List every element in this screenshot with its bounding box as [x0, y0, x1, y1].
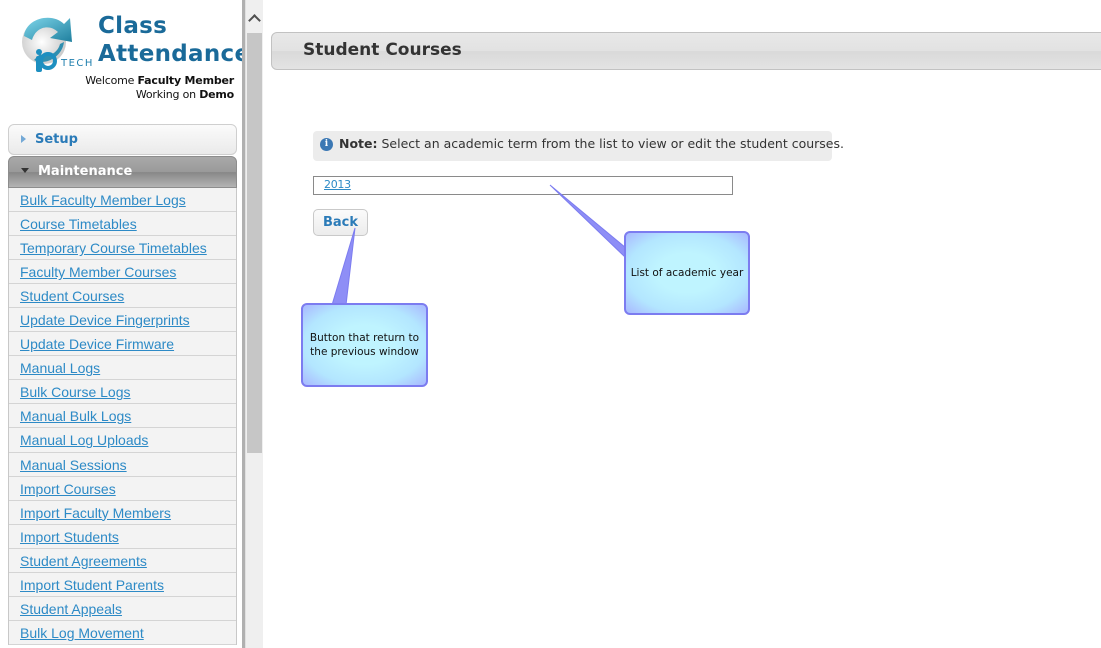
note-box: i Note: Select an academic term from the…: [313, 131, 844, 161]
sidebar-link[interactable]: Course Timetables: [20, 216, 137, 232]
accordion-setup-label: Setup: [35, 132, 78, 147]
sidebar-item-student-appeals: Student Appeals: [9, 597, 236, 621]
sidebar-item-bulk-course-logs: Bulk Course Logs: [9, 380, 236, 405]
sidebar-item-bulk-log-movement: Bulk Log Movement: [9, 621, 236, 645]
sidebar-link[interactable]: Faculty Member Courses: [20, 264, 176, 280]
sidebar-item-manual-bulk-logs: Manual Bulk Logs: [9, 404, 236, 429]
sidebar-link[interactable]: Student Agreements: [20, 553, 147, 569]
page-header: Student Courses: [271, 32, 1101, 70]
academic-term-item[interactable]: 2013: [324, 178, 351, 191]
sidebar-item-student-agreements: Student Agreements: [9, 549, 236, 573]
sidebar-item-manual-log-uploads: Manual Log Uploads: [9, 428, 236, 453]
iptech-logo-icon: TECH: [22, 17, 94, 72]
callout-back-button: Button that return to the previous windo…: [301, 303, 428, 387]
sidebar-item-update-device-firmware: Update Device Firmware: [9, 332, 236, 357]
svg-text:TECH: TECH: [60, 58, 94, 69]
sidebar-link[interactable]: Bulk Log Movement: [20, 625, 144, 641]
sidebar-link[interactable]: Manual Sessions: [20, 457, 127, 473]
accordion-setup[interactable]: Setup: [8, 124, 237, 155]
user-name: Faculty Member: [137, 74, 234, 87]
sidebar-link[interactable]: Temporary Course Timetables: [20, 240, 207, 256]
page-title: Student Courses: [303, 40, 462, 60]
info-icon: i: [320, 138, 333, 151]
maintenance-menu: Bulk Faculty Member Logs Course Timetabl…: [8, 188, 237, 645]
academic-term-list: 2013: [313, 176, 733, 195]
note-text: Select an academic term from the list to…: [381, 136, 844, 151]
accordion-maintenance-label: Maintenance: [38, 164, 133, 179]
note-label: Note:: [339, 136, 378, 151]
sidebar-link[interactable]: Manual Bulk Logs: [20, 408, 131, 424]
sidebar-item-import-courses: Import Courses: [9, 477, 236, 501]
callout-list-pointer: [549, 184, 627, 260]
sidebar-item-faculty-member-courses: Faculty Member Courses: [9, 260, 236, 285]
sidebar-item-update-device-fingerprints: Update Device Fingerprints: [9, 308, 236, 333]
caret-down-icon: [21, 168, 29, 173]
scrollbar-thumb[interactable]: [247, 33, 262, 453]
app-title: Class Attendance: [98, 12, 250, 68]
sidebar-scrollbar[interactable]: [245, 0, 263, 648]
sidebar-link[interactable]: Update Device Fingerprints: [20, 312, 190, 328]
sidebar-link[interactable]: Student Appeals: [20, 601, 122, 617]
sidebar-item-import-students: Import Students: [9, 525, 236, 549]
accordion-maintenance[interactable]: Maintenance: [8, 156, 237, 188]
sidebar-item-student-courses: Student Courses: [9, 284, 236, 309]
welcome-prefix: Welcome: [85, 74, 135, 87]
workspace-name: Demo: [199, 88, 234, 101]
sidebar-link[interactable]: Bulk Faculty Member Logs: [20, 192, 186, 208]
sidebar-link[interactable]: Student Courses: [20, 288, 124, 304]
callout-back-pointer: [331, 227, 356, 306]
welcome-text: Welcome Faculty Member Working on Demo: [85, 74, 234, 102]
sidebar-link[interactable]: Import Student Parents: [20, 577, 164, 593]
caret-right-icon: [21, 135, 26, 143]
app-title-line2: Attendance: [98, 41, 251, 67]
sidebar-item-import-student-parents: Import Student Parents: [9, 573, 236, 597]
back-button[interactable]: Back: [313, 209, 368, 236]
sidebar-item-manual-sessions: Manual Sessions: [9, 453, 236, 477]
sidebar-link[interactable]: Import Students: [20, 529, 119, 545]
app-title-line1: Class: [98, 13, 168, 39]
sidebar: TECH Class Attendance Welcome Faculty Me…: [0, 0, 250, 648]
sidebar-link[interactable]: Bulk Course Logs: [20, 384, 131, 400]
sidebar-item-temporary-course-timetables: Temporary Course Timetables: [9, 236, 236, 261]
sidebar-link[interactable]: Update Device Firmware: [20, 336, 174, 352]
sidebar-item-bulk-faculty-member-logs: Bulk Faculty Member Logs: [9, 188, 236, 213]
working-prefix: Working on: [135, 88, 196, 101]
sidebar-link[interactable]: Import Courses: [20, 481, 116, 497]
scroll-up-arrow-icon[interactable]: [246, 8, 263, 28]
callout-academic-year-list: List of academic year: [624, 231, 750, 315]
sidebar-link[interactable]: Manual Logs: [20, 360, 100, 376]
sidebar-item-manual-logs: Manual Logs: [9, 356, 236, 381]
sidebar-item-course-timetables: Course Timetables: [9, 212, 236, 237]
sidebar-link[interactable]: Manual Log Uploads: [20, 432, 148, 448]
sidebar-link[interactable]: Import Faculty Members: [20, 505, 171, 521]
sidebar-item-import-faculty-members: Import Faculty Members: [9, 501, 236, 525]
